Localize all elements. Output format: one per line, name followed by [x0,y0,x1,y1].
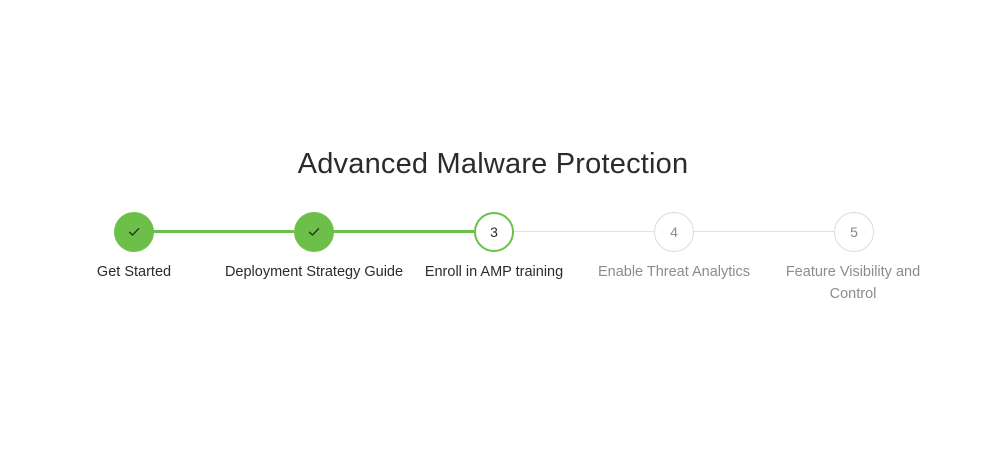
check-icon [308,227,320,237]
step-connector-2-3 [333,230,474,233]
step-2-label[interactable]: Deployment Strategy Guide [214,261,414,283]
check-icon [128,227,140,237]
step-4-indicator[interactable]: 4 [654,212,694,252]
step-5-label[interactable]: Feature Visibility and Control [778,261,928,305]
step-1-label[interactable]: Get Started [44,261,224,283]
wizard-stepper: Get Started Deployment Strategy Guide 3 … [0,0,1000,464]
step-connector-3-4 [513,231,654,232]
step-connector-1-2 [153,230,294,233]
step-connector-4-5 [693,231,834,232]
step-4-label[interactable]: Enable Threat Analytics [584,261,764,283]
step-5-indicator[interactable]: 5 [834,212,874,252]
step-2-indicator[interactable] [294,212,334,252]
step-3-indicator[interactable]: 3 [474,212,514,252]
step-3-label[interactable]: Enroll in AMP training [404,261,584,283]
step-1-indicator[interactable] [114,212,154,252]
